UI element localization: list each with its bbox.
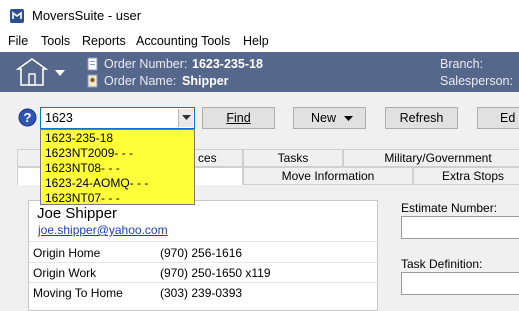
order-name-value: Shipper (182, 74, 229, 88)
refresh-button[interactable]: Refresh (385, 107, 458, 129)
estimate-number-input[interactable] (401, 216, 519, 239)
svg-text:?: ? (24, 110, 32, 125)
tab-extra-stops-label: Extra Stops (441, 169, 505, 183)
menu-accounting-tools[interactable]: Accounting Tools (136, 34, 230, 48)
phone-value: (303) 239-0393 (160, 286, 243, 300)
phone-label: Origin Work (33, 266, 97, 280)
phone-label: Origin Home (33, 246, 101, 260)
divider (29, 241, 377, 242)
phone-label: Moving To Home (33, 286, 123, 300)
suggestion-item[interactable]: 1623NT2009- - - (45, 146, 133, 160)
chevron-down-icon[interactable] (55, 70, 65, 76)
branch-label: Branch: (440, 57, 484, 71)
app-icon (10, 9, 24, 23)
order-name-label: Order Name: (104, 74, 177, 88)
suggestion-item[interactable]: 1623-235-18 (45, 131, 113, 145)
title-bar: MoversSuite - user (0, 0, 519, 31)
tab-extra-stops[interactable]: Extra Stops (413, 167, 519, 185)
task-definition-input[interactable] (401, 272, 519, 295)
order-search-combobox[interactable]: 1623 (40, 107, 195, 129)
suggestion-item[interactable]: 1623NT07- - - (45, 191, 120, 205)
contact-name: Joe Shipper (37, 205, 118, 222)
order-header: Order Number: 1623-235-18 Order Name: Sh… (0, 52, 519, 92)
new-button-label: New (311, 111, 337, 125)
contact-panel: Joe Shipper joe.shipper@yahoo.com Origin… (28, 200, 378, 311)
tab-move-information[interactable]: Move Information (243, 167, 413, 185)
estimate-number-label: Estimate Number: (401, 201, 498, 215)
search-input[interactable]: 1623 (45, 111, 73, 125)
order-number-value: 1623-235-18 (192, 57, 263, 71)
order-number-label: Order Number: (104, 57, 188, 71)
help-icon[interactable]: ? (18, 108, 37, 127)
divider (29, 282, 377, 283)
tab-services-label: ces (198, 151, 217, 165)
menu-bar: File Tools Reports Accounting Tools Help (0, 31, 519, 52)
find-button[interactable]: Find (202, 107, 275, 129)
tab-tasks[interactable]: Tasks (243, 149, 343, 167)
tab-move-information-label: Move Information (281, 169, 375, 183)
chevron-down-icon (182, 115, 191, 120)
order-name-icon (87, 74, 98, 88)
menu-file[interactable]: File (8, 34, 28, 48)
edit-button[interactable]: Ed (477, 107, 519, 129)
salesperson-label: Salesperson: (440, 74, 513, 88)
combo-dropdown-button[interactable] (178, 109, 193, 127)
suggestion-item[interactable]: 1623NT08- - - (45, 161, 120, 175)
refresh-button-label: Refresh (399, 111, 444, 125)
find-button-label: Find (226, 111, 251, 125)
tab-military-government[interactable]: Military/Government (343, 149, 519, 167)
order-number-icon (87, 57, 98, 71)
search-suggestions-list: 1623-235-18 1623NT2009- - - 1623NT08- - … (40, 129, 195, 205)
divider (29, 262, 377, 263)
home-icon[interactable] (16, 57, 48, 87)
contact-email-link[interactable]: joe.shipper@yahoo.com (38, 223, 168, 237)
menu-reports[interactable]: Reports (82, 34, 126, 48)
menu-help[interactable]: Help (243, 34, 269, 48)
tab-military-government-label: Military/Government (384, 151, 492, 165)
phone-value: (970) 250-1650 x119 (160, 266, 271, 280)
new-button[interactable]: New (293, 107, 366, 129)
task-definition-label: Task Definition: (401, 257, 483, 271)
menu-tools[interactable]: Tools (41, 34, 70, 48)
edit-button-label: Ed (500, 111, 516, 125)
tab-tasks-label: Tasks (277, 151, 309, 165)
phone-value: (970) 256-1616 (160, 246, 243, 260)
suggestion-item[interactable]: 1623-24-AOMQ- - - (45, 176, 148, 190)
chevron-down-icon (344, 116, 353, 121)
window-title: MoversSuite - user (32, 8, 142, 23)
